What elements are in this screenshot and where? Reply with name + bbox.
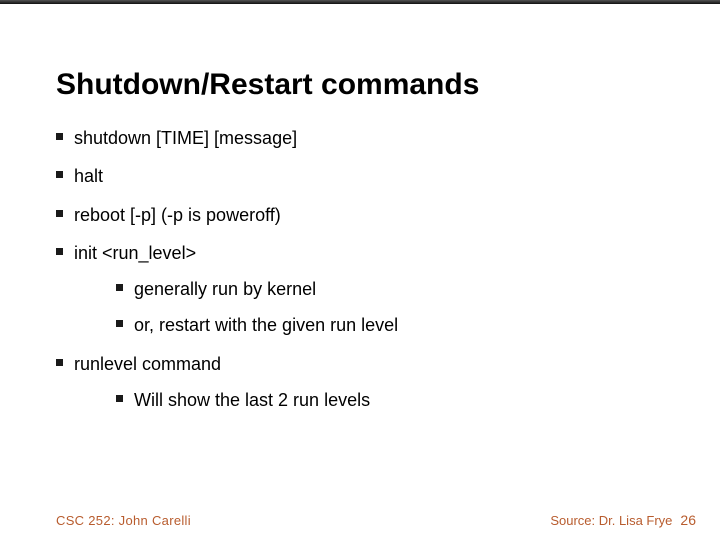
bullet-list: shutdown [TIME] [message] halt reboot [-… — [56, 126, 680, 412]
slide-title: Shutdown/Restart commands — [56, 68, 720, 102]
bullet-init: init <run_level> generally run by kernel… — [56, 241, 680, 338]
page-number: 26 — [680, 512, 696, 528]
bullet-runlevel-text: runlevel command — [74, 354, 221, 374]
top-accent-bar — [0, 0, 720, 4]
bullet-halt: halt — [56, 164, 680, 188]
runlevel-sublist: Will show the last 2 run levels — [116, 388, 680, 412]
slide: Shutdown/Restart commands shutdown [TIME… — [0, 0, 720, 540]
footer: CSC 252: John Carelli Source: Dr. Lisa F… — [56, 512, 696, 528]
init-sublist: generally run by kernel or, restart with… — [116, 277, 680, 338]
bullet-runlevel: runlevel command Will show the last 2 ru… — [56, 352, 680, 413]
footer-source-group: Source: Dr. Lisa Frye 26 — [550, 512, 696, 528]
footer-course: CSC 252: John Carelli — [56, 513, 191, 528]
bullet-reboot: reboot [-p] (-p is poweroff) — [56, 203, 680, 227]
bullet-shutdown: shutdown [TIME] [message] — [56, 126, 680, 150]
subbullet-restart: or, restart with the given run level — [116, 313, 680, 337]
subbullet-last2: Will show the last 2 run levels — [116, 388, 680, 412]
footer-source: Source: Dr. Lisa Frye — [550, 513, 672, 528]
subbullet-kernel: generally run by kernel — [116, 277, 680, 301]
bullet-init-text: init <run_level> — [74, 243, 196, 263]
